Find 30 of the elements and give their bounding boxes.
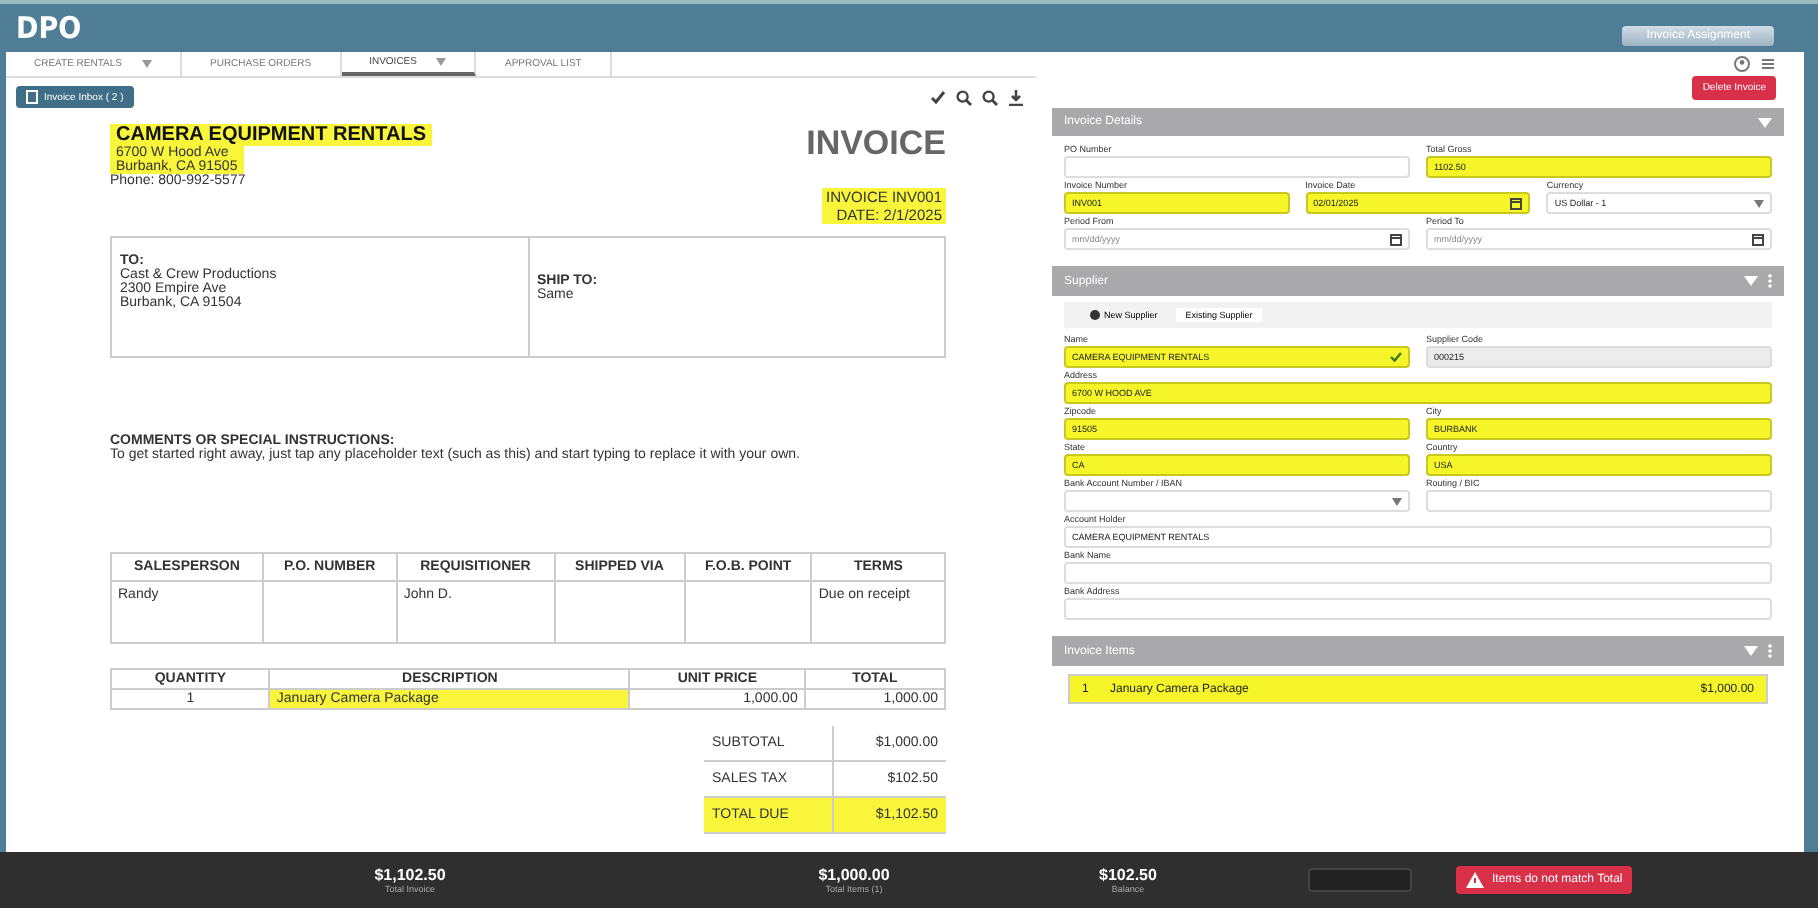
summary-value: $1,102.50 [374,866,446,884]
calendar-icon [1752,233,1764,245]
caret-icon [1392,497,1402,505]
zoom-out-icon[interactable] [982,89,998,105]
document-icon [26,90,38,104]
collapse-caret-icon [1744,646,1758,656]
caret-icon [1754,199,1765,207]
calendar-icon [1390,233,1402,245]
company-name: CAMERA EQUIPMENT RENTALS [110,124,432,146]
input-field[interactable] [1064,490,1410,512]
zoom-in-icon[interactable] [956,89,972,105]
check-icon [1390,352,1402,362]
collapse-caret-icon [1758,117,1772,127]
check-icon[interactable] [930,89,946,105]
scrollbar[interactable] [1804,52,1818,852]
summary-value: $1,000.00 [818,866,890,884]
calendar-icon [1510,197,1523,209]
invoice-title: INVOICE [806,124,946,164]
input-field[interactable] [1426,490,1772,512]
warning-icon [1466,872,1484,888]
input-field[interactable] [1064,156,1410,178]
menu-icon[interactable] [1760,56,1776,72]
user-icon[interactable] [1734,56,1750,72]
download-icon[interactable] [1008,89,1024,105]
input-field[interactable] [1064,598,1772,620]
collapse-caret-icon [1744,276,1758,286]
input-field[interactable] [1064,562,1772,584]
summary-value: $102.50 [1099,866,1157,884]
radio-icon [1090,310,1100,320]
app-logo: DPO [16,10,82,46]
